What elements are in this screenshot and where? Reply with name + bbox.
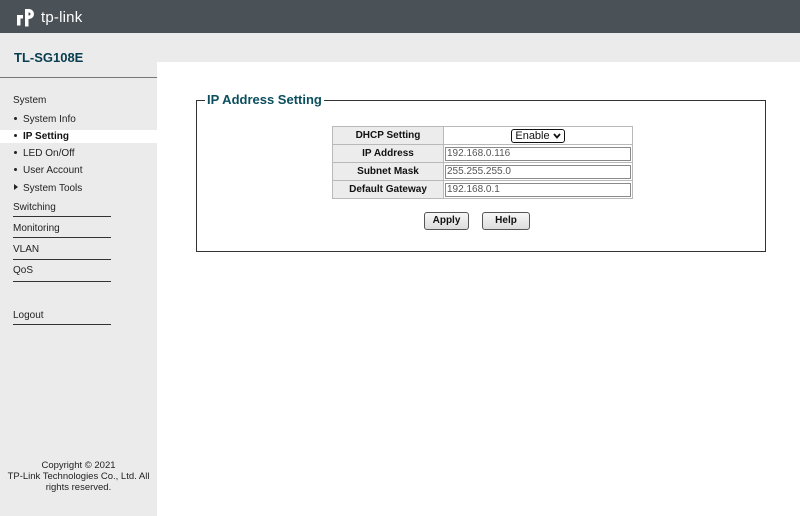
sidebar-item-system-tools[interactable]: System Tools (0, 182, 157, 195)
model-bar (0, 33, 800, 62)
tp-link-logo-icon (17, 9, 34, 27)
chevron-down-icon (552, 132, 561, 139)
bullet-icon (14, 150, 17, 154)
logout-link[interactable]: Logout (13, 310, 44, 321)
subnet-mask-label: Subnet Mask (332, 162, 444, 181)
dhcp-label: DHCP Setting (332, 126, 444, 145)
section-underline (13, 216, 111, 217)
subnet-mask-input[interactable]: 255.255.255.0 (445, 164, 631, 179)
bullet-icon (14, 116, 17, 120)
default-gateway-cell: 192.168.0.1 (443, 180, 633, 199)
sidebar-item-system-info[interactable]: System Info (0, 113, 157, 126)
dhcp-cell: Enable (443, 126, 633, 145)
tp-link-logo: tp-link (14, 5, 82, 29)
bullet-icon (14, 133, 17, 137)
sidebar-section-switching[interactable]: Switching (13, 202, 56, 213)
apply-button[interactable]: Apply (424, 212, 469, 230)
section-underline (13, 237, 111, 238)
default-gateway-label: Default Gateway (332, 180, 444, 199)
ip-settings-table: DHCP Setting Enable IP Address 192.168.0… (332, 126, 633, 199)
sidebar-section-qos[interactable]: QoS (13, 265, 33, 276)
sidebar-item-label: IP Setting (23, 131, 69, 142)
sidebar-item-label: System Info (23, 114, 76, 125)
sidebar-item-user-account[interactable]: User Account (0, 164, 157, 177)
section-underline (13, 281, 111, 282)
copyright-line: rights reserved. (45, 482, 112, 493)
sidebar-item-label: System Tools (23, 183, 83, 194)
sidebar-section-monitoring[interactable]: Monitoring (13, 223, 60, 234)
table-row: IP Address 192.168.0.116 (332, 144, 633, 163)
copyright-line: TP-Link Technologies Co., Ltd. All (7, 471, 150, 482)
table-row: Default Gateway 192.168.0.1 (332, 180, 633, 199)
copyright: Copyright © 2021 TP-Link Technologies Co… (0, 460, 157, 493)
section-title: IP Address Setting (205, 92, 324, 107)
help-button[interactable]: Help (482, 212, 530, 230)
ip-address-cell: 192.168.0.116 (443, 144, 633, 163)
table-row: DHCP Setting Enable (332, 126, 633, 145)
section-underline (13, 259, 111, 260)
sidebar-item-label: LED On/Off (23, 148, 75, 159)
top-bar (0, 0, 800, 33)
sidebar-section-system[interactable]: System (13, 95, 46, 106)
sidebar-item-label: User Account (23, 165, 83, 176)
sidebar-section-vlan[interactable]: VLAN (13, 244, 39, 255)
bullet-icon (14, 167, 17, 171)
ip-address-input[interactable]: 192.168.0.116 (445, 146, 631, 161)
sidebar-item-led-on-off[interactable]: LED On/Off (0, 147, 157, 160)
default-gateway-input[interactable]: 192.168.0.1 (445, 182, 631, 197)
dhcp-select[interactable]: Enable (511, 128, 565, 143)
subnet-mask-cell: 255.255.255.0 (443, 162, 633, 181)
section-underline (13, 324, 111, 325)
copyright-line: Copyright © 2021 (41, 460, 116, 471)
sidebar-divider (0, 77, 157, 78)
logo-text: tp-link (41, 8, 83, 26)
sidebar-item-ip-setting[interactable]: IP Setting (0, 130, 157, 143)
table-row: Subnet Mask 255.255.255.0 (332, 162, 633, 181)
dhcp-select-value: Enable (515, 129, 550, 142)
ip-address-label: IP Address (332, 144, 444, 163)
expand-arrow-icon (14, 184, 18, 191)
